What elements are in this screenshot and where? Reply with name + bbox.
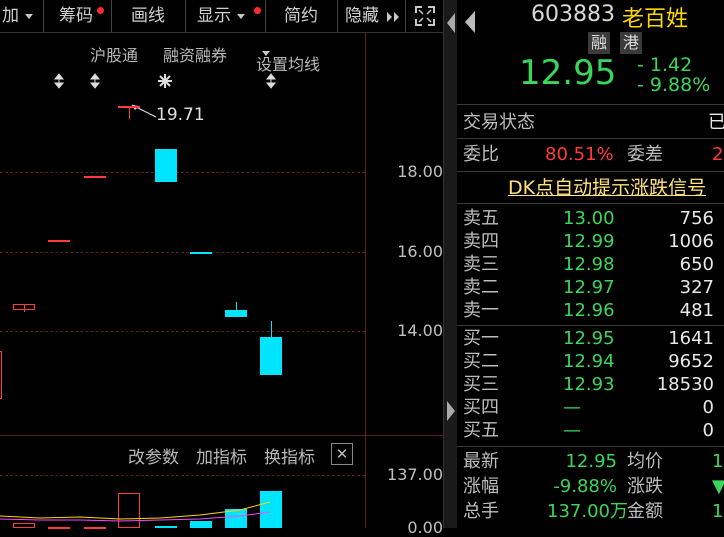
y-tick-label: 18.00	[397, 162, 443, 181]
separator	[457, 325, 724, 326]
separator	[457, 104, 724, 105]
prev-stock-icon[interactable]	[463, 10, 477, 34]
asks-price: 12.97	[563, 277, 615, 298]
price-change: - 1.42	[637, 54, 693, 76]
asks-volume: 1006	[668, 231, 714, 252]
ma-lines	[0, 501, 271, 522]
double-right-arrow-icon	[387, 12, 399, 22]
kline-chart[interactable]: 沪股通 融资融券 设置均线 19.71 18.00 16.00 14.00 改参…	[0, 33, 443, 537]
simple-mode-button[interactable]: 简约	[266, 0, 338, 32]
hide-label: 隐藏	[345, 6, 379, 26]
display-label: 显示	[197, 6, 231, 26]
stat-label: 最新	[463, 451, 499, 472]
asks-price: 13.00	[563, 208, 615, 229]
draw-line-button[interactable]: 画线	[112, 0, 186, 32]
asks-level-label: 卖三	[463, 254, 499, 275]
order-ratio-value: 80.51%	[545, 144, 614, 165]
stat-value: 1	[712, 451, 724, 472]
trade-status-label: 交易状态	[463, 112, 535, 133]
asks-price: 12.98	[563, 254, 615, 275]
asks-level-label: 卖二	[463, 277, 499, 298]
trade-status-value: 已	[708, 112, 724, 133]
hide-button[interactable]: 隐藏	[338, 0, 406, 32]
stat-value: -9.88%	[553, 476, 617, 497]
simple-label: 简约	[284, 6, 318, 26]
notification-dot	[254, 7, 261, 14]
separator	[457, 446, 724, 447]
current-price: 12.95	[519, 53, 617, 93]
hk-connect-badge: 港	[620, 32, 642, 54]
order-diff-label: 委差	[627, 144, 663, 165]
stat-label: 总手	[463, 501, 499, 522]
stat-value: ▼	[712, 476, 724, 497]
volume-layer	[0, 33, 365, 529]
bids-volume: 1641	[668, 328, 714, 349]
volume-tick-label: 137.00	[387, 465, 443, 484]
asks-volume: 481	[679, 300, 714, 321]
stock-name: 老百姓	[622, 7, 689, 32]
y-tick-label: 14.00	[397, 321, 443, 340]
quote-panel: 603883 老百姓 融 港 12.95 - 1.42 - 9.88% 交易状态…	[457, 0, 724, 528]
stat-label: 金额	[627, 501, 663, 522]
bids-level-label: 买二	[463, 351, 499, 372]
price-change-pct: - 9.88%	[637, 74, 711, 96]
stat-label: 涨跌	[627, 476, 663, 497]
bids-volume: 18530	[656, 374, 714, 395]
asks-volume: 756	[679, 208, 714, 229]
stock-code: 603883	[531, 2, 615, 27]
bids-price: 12.95	[563, 328, 615, 349]
asks-volume: 650	[679, 254, 714, 275]
asks-level-label: 卖四	[463, 231, 499, 252]
asks-level-label: 卖一	[463, 300, 499, 321]
axis-border	[365, 33, 366, 528]
stat-label: 均价	[627, 451, 663, 472]
asks-price: 12.96	[563, 300, 615, 321]
fullscreen-button[interactable]	[406, 0, 443, 32]
bids-price: —	[563, 397, 581, 418]
chevron-down-icon	[25, 13, 33, 19]
notification-dot	[97, 7, 104, 14]
add-dropdown-button[interactable]: 加	[0, 0, 44, 32]
separator	[457, 138, 724, 139]
bids-volume: 0	[702, 397, 714, 418]
asks-volume: 327	[679, 277, 714, 298]
separator	[457, 203, 724, 204]
order-ratio-label: 委比	[463, 144, 499, 165]
chips-button[interactable]: 筹码	[44, 0, 112, 32]
y-tick-label: 16.00	[397, 242, 443, 261]
chips-label: 筹码	[59, 6, 93, 26]
bids-level-label: 买三	[463, 374, 499, 395]
separator	[457, 171, 724, 172]
chart-toolbar: 加 筹码 画线 显示 简约 隐藏	[0, 0, 443, 33]
stat-label: 涨幅	[463, 476, 499, 497]
asks-level-label: 卖五	[463, 208, 499, 229]
bids-volume: 0	[702, 420, 714, 441]
fullscreen-icon	[415, 6, 435, 26]
bids-level-label: 买五	[463, 420, 499, 441]
margin-badge: 融	[588, 32, 610, 54]
asks-price: 12.99	[563, 231, 615, 252]
bids-volume: 9652	[668, 351, 714, 372]
draw-line-label: 画线	[131, 6, 165, 26]
collapse-left-icon[interactable]	[445, 12, 457, 34]
bids-level-label: 买一	[463, 328, 499, 349]
display-dropdown-button[interactable]: 显示	[186, 0, 266, 32]
stat-value: 12.95	[565, 451, 617, 472]
expand-right-icon[interactable]	[445, 400, 457, 422]
order-diff-value: 2	[712, 144, 724, 165]
stat-value: 18	[712, 501, 724, 522]
chevron-down-icon	[237, 13, 245, 19]
stat-value: 137.00万	[547, 501, 628, 522]
bids-level-label: 买四	[463, 397, 499, 418]
bids-price: 12.93	[563, 374, 615, 395]
add-label: 加	[2, 6, 19, 26]
dk-signal-banner-link[interactable]: DK点自动提示涨跌信号	[508, 177, 706, 199]
bids-price: —	[563, 420, 581, 441]
bids-price: 12.94	[563, 351, 615, 372]
